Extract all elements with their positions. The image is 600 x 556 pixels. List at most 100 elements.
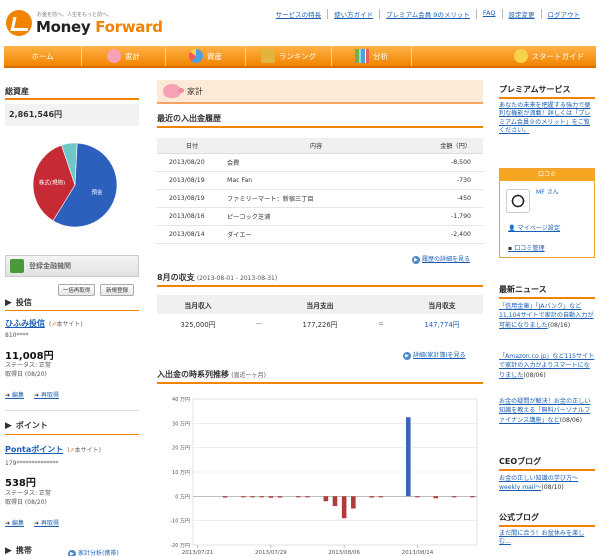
col-amount: 金額（円）	[405, 138, 483, 154]
y-tick-label: -10 万円	[170, 519, 190, 525]
nav-kakei[interactable]: 家計	[82, 46, 166, 66]
top-nav-guide[interactable]: 使い方ガイド	[327, 9, 379, 19]
category-invest-label: 投信	[15, 298, 32, 307]
bar-chart-icon	[355, 49, 369, 63]
summary-header-row: 当月収入 当月支出 当月収支	[157, 295, 483, 314]
chart-bar[interactable]	[241, 496, 246, 498]
point-account-header: Pontaポイント (⇗本サイト)	[5, 444, 101, 455]
point-edit-link[interactable]: 編集	[5, 518, 24, 527]
my-page-settings-link[interactable]: 👤 マイページ設定	[508, 225, 560, 233]
x-tick-label: 2013/07/21	[182, 550, 214, 556]
logo-mark-icon	[6, 10, 32, 36]
news-item[interactable]: お金の疑問が解決！お金の正しい知識を教える「無料パーソナルファイナンス講座」など…	[499, 397, 595, 425]
nav-analysis[interactable]: 分析	[332, 46, 412, 66]
table-row[interactable]: 2013/08/20 会費 -8,500	[157, 153, 483, 172]
kakeibo-detail-link[interactable]: 詳細(家計簿)を見る	[403, 350, 466, 360]
invest-edit-link[interactable]: 編集	[5, 390, 24, 399]
row-desc: ピーコック芝浦	[227, 207, 405, 226]
kakei-header: 家計	[157, 80, 483, 104]
table-row[interactable]: 2013/08/19 ファミリーマート：新宿三丁目 -450	[157, 189, 483, 208]
chart-title: 入出金の時系列推移	[157, 370, 229, 379]
chart-bar[interactable]	[451, 496, 457, 498]
premium-link[interactable]: あなたの未来を把握する強力で便利な機能が満載！詳しくは「プレミアム会員９のメリッ…	[499, 102, 595, 136]
chart-bar[interactable]	[470, 496, 475, 498]
chart-bar[interactable]	[406, 417, 411, 497]
chart-bar[interactable]	[332, 496, 338, 507]
invest-account-link[interactable]: ひふみ投信	[5, 318, 45, 329]
pie-slice-label: 株式(現物)	[39, 178, 65, 186]
news-item-date: (08/16)	[547, 321, 571, 329]
chart-bar[interactable]	[323, 496, 329, 502]
other-analysis-link[interactable]: 家計分析(携帯)	[68, 548, 119, 556]
chart-bar[interactable]	[268, 496, 274, 498]
kuchikomi-title: 口コミ	[500, 169, 594, 181]
chart-bar[interactable]	[351, 496, 356, 509]
month-title: 8月の収支	[157, 273, 195, 282]
chart-bar[interactable]	[259, 496, 264, 498]
kuchikomi-manage-label: 口コミ管理	[514, 245, 545, 252]
invest-site-label: 本サイト	[56, 321, 81, 328]
logo-name-money: Money	[36, 18, 96, 36]
nav-ranking[interactable]: ランキング	[246, 46, 332, 66]
chart-bar[interactable]	[277, 496, 283, 498]
chart-bar[interactable]	[433, 496, 439, 499]
news-item[interactable]: 「信用金庫」「JAバンク」など11,104サイトで家計の自動入力が可能になりまし…	[499, 302, 595, 330]
equals-sign: =	[378, 320, 384, 328]
nav-start-guide[interactable]: スタートガイド	[412, 46, 596, 66]
chart-bar[interactable]	[222, 496, 228, 498]
pig-icon	[163, 84, 184, 98]
news-item-link[interactable]: 「信用金庫」「JAバンク」など11,104サイトで家計の自動入力が可能になりまし…	[499, 303, 593, 329]
kuchikomi-manage-link[interactable]: ▪ 口コミ管理	[508, 245, 545, 253]
history-detail-link[interactable]: 履歴の詳細を見る	[412, 254, 470, 264]
nav-home[interactable]: ホーム	[4, 46, 82, 66]
top-nav-premium[interactable]: プレミアム会員 9のメリット	[379, 9, 476, 19]
official-blog-link[interactable]: まだ間に合う！お盆休みを楽しむ...	[499, 530, 595, 547]
chart-bar[interactable]	[378, 496, 384, 498]
row-amount: -8,500	[405, 153, 483, 172]
summary-expense-header: 当月支出	[279, 295, 361, 314]
chart-bar[interactable]	[296, 496, 301, 498]
logo-name: Money Forward	[36, 18, 163, 36]
chart-bar[interactable]	[341, 496, 347, 519]
x-tick-label: 2013/08/06	[328, 550, 360, 556]
news-item[interactable]: 「Amazon.co.jp」など115サイトで家計の入力がよりスマートになりまし…	[499, 352, 595, 380]
person-icon: 👤	[508, 225, 516, 232]
row-amount: -730	[405, 171, 483, 190]
ceo-blog-link[interactable]: お金の正しい知識の学び方～weekly mail～	[499, 475, 578, 491]
top-nav-logout[interactable]: ログアウト	[540, 9, 587, 19]
table-row[interactable]: 2013/08/16 ピーコック芝浦 -1,790	[157, 207, 483, 226]
avatar[interactable]	[506, 189, 530, 213]
chart-bar[interactable]	[305, 496, 310, 498]
chart-bar[interactable]	[369, 496, 374, 498]
invest-refetch-link[interactable]: 再取得	[34, 390, 59, 399]
top-nav-settings[interactable]: 設定変更	[501, 9, 541, 19]
news-item-link[interactable]: 「Amazon.co.jp」など115サイトで家計の入力がよりスマートになりまし…	[499, 353, 594, 379]
chart-bar[interactable]	[415, 496, 420, 498]
refresh-all-button[interactable]: 一括再取得	[58, 284, 95, 296]
invest-site-link[interactable]: (⇗本サイト)	[49, 319, 83, 328]
bullet-icon: ▶	[5, 420, 12, 431]
y-tick-label: 40 万円	[172, 397, 190, 403]
user-name[interactable]: MF さん	[536, 189, 559, 197]
chart-bar[interactable]	[250, 496, 255, 498]
ceo-blog-item[interactable]: お金の正しい知識の学び方～weekly mail～(08/10)	[499, 474, 595, 493]
point-site-link[interactable]: (⇗本サイト)	[67, 445, 101, 454]
table-row[interactable]: 2013/08/14 ダイエー -2,400	[157, 225, 483, 244]
row-amount: -2,400	[405, 225, 483, 244]
point-actions: 編集 再取得	[5, 518, 59, 527]
nav-assets[interactable]: 資産	[166, 46, 246, 66]
point-account-link[interactable]: Pontaポイント	[5, 444, 63, 455]
new-registration-button[interactable]: 新規登録	[100, 284, 134, 296]
row-date: 2013/08/20	[157, 153, 227, 172]
pie-icon	[189, 49, 203, 63]
nav-kakei-label: 家計	[125, 51, 140, 61]
table-row[interactable]: 2013/08/19 Mac Fan -730	[157, 171, 483, 190]
cashflow-bar-chart: 40 万円30 万円20 万円10 万円0 万円-10 万円-20 万円2013…	[170, 397, 478, 556]
top-nav-features[interactable]: サービスの特長	[270, 9, 328, 19]
news-title: 最新ニュース	[499, 285, 547, 294]
bullet-icon: ▶	[5, 545, 12, 556]
row-date: 2013/08/16	[157, 207, 227, 226]
top-nav-faq[interactable]: FAQ	[475, 9, 502, 19]
logo[interactable]: お金を前へ。人生をもっと前へ。 Money Forward	[6, 6, 163, 42]
point-refetch-link[interactable]: 再取得	[34, 518, 59, 527]
